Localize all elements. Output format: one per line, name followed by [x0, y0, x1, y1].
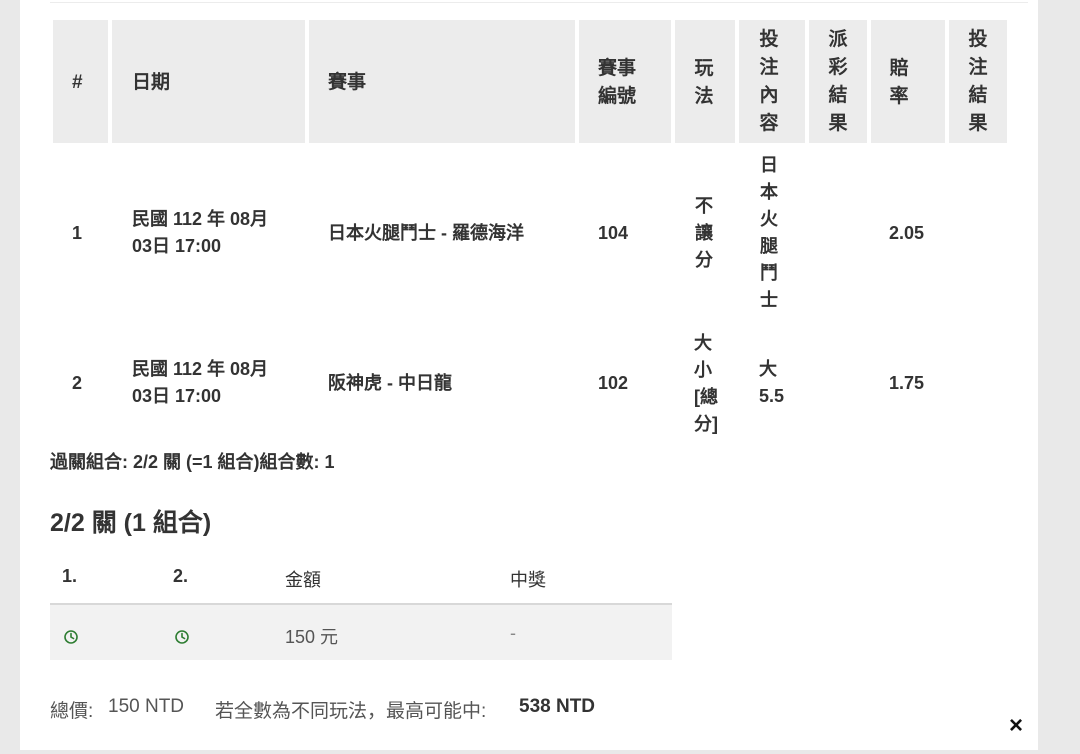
combo-amount: 150 元: [285, 627, 339, 647]
row2-index: 2: [72, 373, 83, 393]
header-event: 賽事: [328, 72, 367, 93]
row1-bet: 日本火腿鬥士: [760, 155, 778, 310]
header-date: 日期: [132, 72, 171, 93]
row2-bet: 大 5.5: [759, 359, 785, 406]
header-index: #: [72, 72, 83, 93]
row2-event-no: 102: [598, 373, 629, 393]
row2-play: 大小[總分]: [694, 333, 718, 434]
row1-event: 日本火腿鬥士 - 羅德海洋: [328, 223, 524, 243]
header-result: 投注結果: [968, 29, 988, 134]
row2-date: 民國 112 年 08月 03日 17:00: [132, 359, 269, 406]
combo-header-2: 2.: [173, 566, 189, 586]
clock-icon: [175, 630, 189, 644]
combo-header-prize: 中獎: [510, 570, 546, 590]
row1-event-no: 104: [598, 223, 629, 243]
header-event-no: 賽事編號: [598, 58, 637, 107]
total-value: 150 NTD: [108, 696, 185, 717]
combo-row: [50, 605, 672, 660]
bet-detail-panel: # 日期 賽事 賽事編號 玩法 投注內容 派彩結果 賠率 投注結果 1 民國 1…: [20, 0, 1038, 750]
total-label: 總價:: [50, 701, 94, 722]
max-value: 538 NTD: [519, 696, 596, 717]
max-label: 若全數為不同玩法，最高可能中:: [215, 701, 487, 722]
close-icon[interactable]: ×: [1002, 712, 1030, 740]
combo-summary: 過關組合: 2/2 關 (=1 組合)組合數: 1: [50, 452, 335, 472]
section-title: 2/2 關 (1 組合): [50, 509, 212, 537]
combo-prize: -: [510, 623, 516, 643]
header-payout: 派彩結果: [828, 29, 848, 134]
row1-play: 不讓分: [695, 196, 713, 270]
row1-date: 民國 112 年 08月 03日 17:00: [132, 209, 269, 256]
header-bet: 投注內容: [759, 29, 779, 134]
header-play: 玩法: [694, 58, 714, 107]
header-odds: 賠率: [889, 58, 909, 107]
combo-header-amount: 金額: [285, 570, 321, 590]
combo-header-1: 1.: [62, 566, 78, 586]
row2-odds: 1.75: [889, 373, 925, 393]
row1-odds: 2.05: [889, 223, 925, 243]
row2-event: 阪神虎 - 中日龍: [328, 373, 452, 393]
top-divider: [50, 2, 1028, 3]
clock-icon: [64, 630, 78, 644]
row1-index: 1: [72, 223, 83, 243]
